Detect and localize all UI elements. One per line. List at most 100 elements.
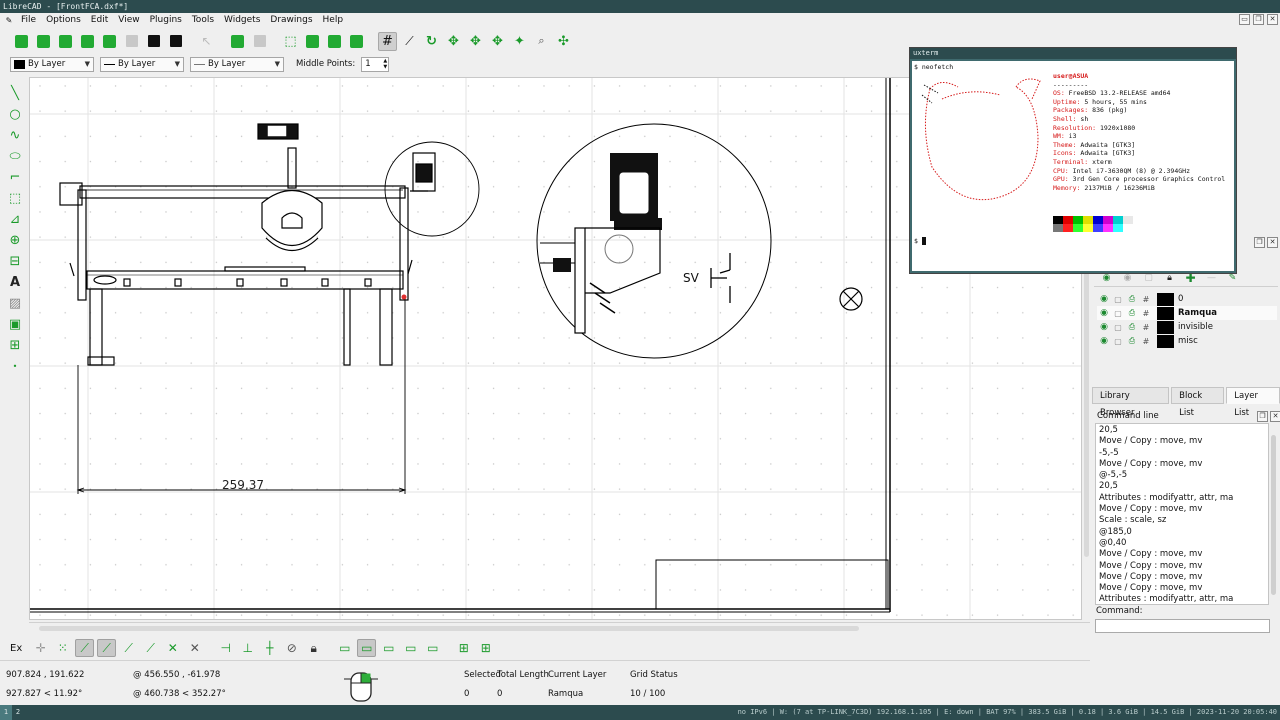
terminal-body[interactable]: $ neofetch user@ASUA --------- OS: FreeB… xyxy=(910,59,1236,273)
copy-button[interactable] xyxy=(303,32,322,51)
print-preview-button[interactable] xyxy=(166,32,185,51)
layer-row[interactable]: ◉ ▢ ⎙ # misc xyxy=(1097,334,1277,348)
spline-tool-icon[interactable]: ∿ xyxy=(6,126,24,144)
menu-widgets[interactable]: Widgets xyxy=(219,13,265,28)
select-pointer-button[interactable]: ↖ xyxy=(197,32,216,51)
save-as-button[interactable] xyxy=(100,32,119,51)
minimize-icon[interactable]: ▭ xyxy=(1239,14,1250,25)
zoom-window-button[interactable]: ⌕ xyxy=(532,32,551,51)
workspace-2[interactable]: 2 xyxy=(12,705,24,720)
select-tool-icon[interactable]: ⬚ xyxy=(6,189,24,207)
paste-alt-button[interactable] xyxy=(347,32,366,51)
menu-view[interactable]: View xyxy=(113,13,144,28)
block-create-icon[interactable]: ⊞ xyxy=(476,639,495,657)
close-icon[interactable]: ✕ xyxy=(1270,411,1280,422)
open-file-button[interactable] xyxy=(56,32,75,51)
zoom-auto-button[interactable]: ✥ xyxy=(488,32,507,51)
layer-color-swatch[interactable] xyxy=(1157,306,1174,320)
construction-icon[interactable]: # xyxy=(1139,337,1153,346)
view-icon-3[interactable]: ▭ xyxy=(379,639,398,657)
menu-options[interactable]: Options xyxy=(41,13,86,28)
tab-library-browser[interactable]: Library Browser xyxy=(1092,387,1170,418)
lock-icon[interactable]: ▢ xyxy=(1111,309,1125,318)
modify-tool-icon[interactable]: ⊕ xyxy=(6,231,24,249)
image-tool-icon[interactable]: ▣ xyxy=(6,315,24,333)
polyline-tool-icon[interactable]: ⌐ xyxy=(6,168,24,186)
float-icon[interactable]: ❐ xyxy=(1257,411,1268,422)
tab-block-list[interactable]: Block List xyxy=(1171,387,1225,418)
middle-points-spinbox[interactable]: 1 ▲ ▼ xyxy=(361,56,390,72)
workspace-1[interactable]: 1 xyxy=(0,705,12,720)
canvas-horizontal-scrollbar[interactable] xyxy=(29,622,1090,634)
lock-icon[interactable]: ▢ xyxy=(1111,337,1125,346)
point-tool-icon[interactable]: • xyxy=(6,357,24,375)
pen-color-select[interactable]: By Layer ▼ xyxy=(10,56,94,72)
pen-type-select[interactable]: By Layer ▼ xyxy=(190,56,284,72)
print-icon[interactable]: ⎙ xyxy=(1125,294,1139,304)
layer-color-swatch[interactable] xyxy=(1157,320,1174,334)
new-file-button[interactable] xyxy=(12,32,31,51)
eye-icon[interactable]: ◉ xyxy=(1097,308,1111,318)
zoom-previous-button[interactable]: ✦ xyxy=(510,32,529,51)
snap-intersection-icon[interactable]: ✕ xyxy=(185,639,204,657)
export-button[interactable] xyxy=(122,32,141,51)
zoom-out-button[interactable]: ✥ xyxy=(466,32,485,51)
close-icon[interactable]: ✕ xyxy=(1267,14,1278,25)
close-icon[interactable]: ✕ xyxy=(1267,237,1278,248)
tab-layer-list[interactable]: Layer List xyxy=(1226,387,1280,418)
block-insert-icon[interactable]: ⊞ xyxy=(454,639,473,657)
line-tool-icon[interactable]: ╲ xyxy=(6,84,24,102)
eye-icon[interactable]: ◉ xyxy=(1097,294,1111,304)
layer-row[interactable]: ◉ ▢ ⎙ #0 xyxy=(1097,292,1277,306)
snap-free-icon[interactable]: ✛ xyxy=(31,639,50,657)
zoom-pan-button[interactable]: ✣ xyxy=(554,32,573,51)
lock-icon[interactable]: ▢ xyxy=(1111,295,1125,304)
snap-endpoint-icon[interactable]: ⟋ xyxy=(75,639,95,657)
grid-toggle-button[interactable]: # xyxy=(378,31,397,51)
snap-distance-icon[interactable]: ✕ xyxy=(163,639,182,657)
paste-button[interactable] xyxy=(325,32,344,51)
redraw-button[interactable]: ↻ xyxy=(422,32,441,51)
snap-middle-icon[interactable]: ⟋ xyxy=(141,639,160,657)
lock-relative-zero-icon[interactable]: 🔒︎ xyxy=(304,639,323,657)
view-icon-1[interactable]: ▭ xyxy=(335,639,354,657)
draft-mode-button[interactable]: ⟋ xyxy=(400,32,419,51)
eye-icon[interactable]: ◉ xyxy=(1097,336,1111,346)
command-input[interactable] xyxy=(1095,619,1270,633)
restore-icon[interactable]: ❐ xyxy=(1253,14,1264,25)
lock-icon[interactable]: ▢ xyxy=(1111,323,1125,332)
construction-icon[interactable]: # xyxy=(1139,295,1153,304)
menu-edit[interactable]: Edit xyxy=(86,13,113,28)
restrict-orthogonal-icon[interactable]: ┼ xyxy=(260,639,279,657)
zoom-in-button[interactable]: ✥ xyxy=(444,32,463,51)
float-icon[interactable]: ❐ xyxy=(1254,237,1265,248)
layer-color-swatch[interactable] xyxy=(1157,292,1174,306)
block-tool-icon[interactable]: ⊞ xyxy=(6,336,24,354)
print-button[interactable] xyxy=(144,32,163,51)
app-icon[interactable]: ✎ xyxy=(4,16,14,26)
command-history-scrollbar[interactable] xyxy=(1269,423,1278,605)
undo-button[interactable] xyxy=(228,32,247,51)
layer-color-swatch[interactable] xyxy=(1157,334,1174,348)
layer-row[interactable]: ◉ ▢ ⎙ # Ramqua xyxy=(1097,306,1277,320)
view-icon-2[interactable]: ▭ xyxy=(357,639,377,657)
print-icon[interactable]: ⎙ xyxy=(1125,322,1139,332)
menu-plugins[interactable]: Plugins xyxy=(145,13,187,28)
dimension-tool-icon[interactable]: ⊿ xyxy=(6,210,24,228)
text-tool-icon[interactable]: A xyxy=(6,273,24,291)
view-icon-5[interactable]: ▭ xyxy=(423,639,442,657)
menu-help[interactable]: Help xyxy=(318,13,349,28)
circle-tool-icon[interactable]: ○ xyxy=(6,105,24,123)
restrict-horizontal-icon[interactable]: ⊣ xyxy=(216,639,235,657)
snap-on-entity-icon[interactable]: ⟋ xyxy=(97,639,117,657)
command-history[interactable]: 20,5 Move / Copy : move, mv -5,-5 Move /… xyxy=(1095,423,1269,605)
print-icon[interactable]: ⎙ xyxy=(1125,336,1139,346)
hatch-tool-icon[interactable]: ▨ xyxy=(6,294,24,312)
menu-file[interactable]: File xyxy=(16,13,41,28)
redo-button[interactable] xyxy=(250,32,269,51)
save-button[interactable] xyxy=(78,32,97,51)
print-icon[interactable]: ⎙ xyxy=(1125,308,1139,318)
view-icon-4[interactable]: ▭ xyxy=(401,639,420,657)
menu-drawings[interactable]: Drawings xyxy=(265,13,317,28)
layer-row[interactable]: ◉ ▢ ⎙ # invisible xyxy=(1097,320,1277,334)
